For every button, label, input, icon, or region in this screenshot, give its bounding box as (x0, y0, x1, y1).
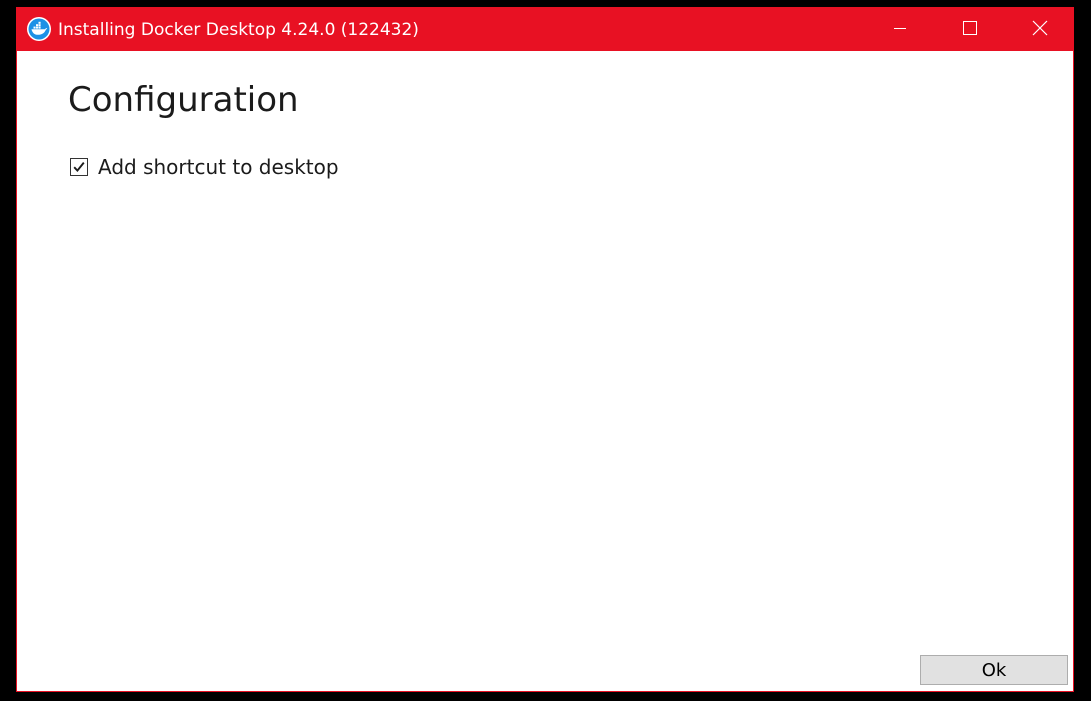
maximize-button[interactable] (935, 8, 1005, 51)
add-shortcut-checkbox[interactable] (70, 158, 88, 176)
add-shortcut-option[interactable]: Add shortcut to desktop (70, 155, 339, 179)
title-bar[interactable]: Installing Docker Desktop 4.24.0 (122432… (17, 8, 1073, 51)
window-title: Installing Docker Desktop 4.24.0 (122432… (58, 20, 419, 40)
installer-window: Installing Docker Desktop 4.24.0 (122432… (16, 7, 1074, 692)
ok-button[interactable]: Ok (920, 655, 1068, 685)
docker-whale-icon (27, 17, 51, 41)
checkmark-icon (73, 162, 85, 173)
close-icon (1032, 20, 1048, 40)
minimize-icon (893, 20, 907, 39)
page-title: Configuration (68, 80, 299, 120)
minimize-button[interactable] (865, 8, 935, 51)
add-shortcut-label[interactable]: Add shortcut to desktop (98, 155, 339, 179)
close-button[interactable] (1005, 8, 1075, 51)
maximize-icon (962, 20, 978, 40)
